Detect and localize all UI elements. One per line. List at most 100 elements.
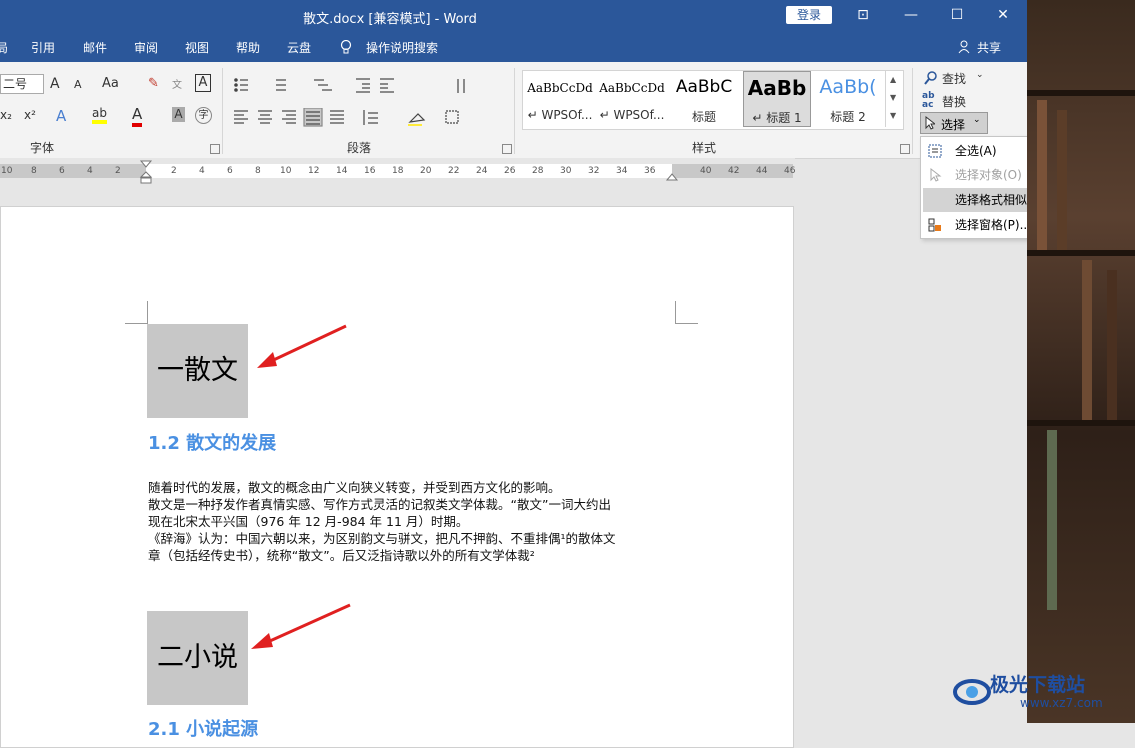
- horizontal-ruler[interactable]: 10 8 6 4 2 2 4 6 8 10 12 14 16 18 20 22 …: [0, 158, 795, 184]
- menu-item-review[interactable]: 审阅: [134, 39, 158, 56]
- style-sample: AaBb: [747, 76, 807, 100]
- ruler-tick: 32: [588, 166, 600, 176]
- maximize-button[interactable]: ☐: [934, 0, 980, 32]
- text-effect-button[interactable]: A: [56, 107, 66, 125]
- scroll-up-icon[interactable]: ▲: [890, 75, 896, 84]
- character-border-button[interactable]: A: [195, 74, 211, 92]
- shelf: [1027, 420, 1135, 426]
- ruler-tick: 44: [756, 166, 768, 176]
- style-sample: AaBbCcDd: [527, 81, 593, 95]
- style-sample: AaBbCcDd: [599, 81, 665, 95]
- heading-2-xiaoshuo-origin[interactable]: 2.1 小说起源: [148, 715, 258, 741]
- more-styles-icon[interactable]: ▼: [890, 111, 896, 120]
- menu-item-view[interactable]: 视图: [185, 39, 209, 56]
- style-sample: AaBb(: [819, 76, 877, 98]
- menu-item-help[interactable]: 帮助: [236, 39, 260, 56]
- style-heading-1[interactable]: AaBb ↵ 标题 1: [743, 71, 811, 127]
- document-page[interactable]: 一散文 1.2 散文的发展 随着时代的发展，散文的概念由广义向狭义转变，并受到西…: [0, 206, 794, 748]
- select-button[interactable]: 选择 ⌄: [920, 112, 988, 134]
- close-button[interactable]: ✕: [980, 0, 1026, 32]
- font-group-label: 字体: [30, 141, 55, 155]
- styles-scroll[interactable]: ▲ ▼ ▼: [885, 71, 902, 127]
- book: [1047, 430, 1057, 610]
- share-person-icon: [958, 40, 970, 54]
- ruler-tick: 4: [87, 166, 93, 176]
- ruler-tick: 46: [784, 166, 796, 176]
- login-button[interactable]: 登录: [786, 6, 832, 24]
- desktop-background: [1027, 0, 1135, 723]
- document-canvas[interactable]: 一散文 1.2 散文的发展 随着时代的发展，散文的概念由广义向狭义转变，并受到西…: [0, 184, 1027, 748]
- paragraph-dialog-launcher-icon[interactable]: [502, 144, 512, 154]
- enclose-character-button[interactable]: 字: [195, 107, 212, 124]
- styles-dialog-launcher-icon[interactable]: [900, 144, 910, 154]
- right-indent-icon[interactable]: [665, 170, 679, 182]
- book: [1082, 260, 1092, 420]
- superscript-button[interactable]: x²: [24, 108, 36, 122]
- menu-item-label: 全选(A): [955, 144, 997, 158]
- share-button[interactable]: 共享: [977, 39, 1001, 56]
- watermark-logo-icon: [953, 679, 991, 705]
- shelf: [1027, 250, 1135, 256]
- ruler-tick: 6: [59, 166, 65, 176]
- menu-item-label: 选择窗格(P)...: [955, 218, 1032, 232]
- font-size-select[interactable]: 二号: [0, 74, 44, 94]
- heading-1-sanwen[interactable]: 一散文: [147, 324, 248, 418]
- style-wps-office-1[interactable]: AaBbCcDd ↵ WPSOf...: [527, 71, 593, 127]
- menu-item-layout[interactable]: 局: [0, 39, 8, 56]
- ruler-tick: 30: [560, 166, 572, 176]
- ruler-tick: 22: [448, 166, 460, 176]
- paragraph-row2-icons[interactable]: [232, 108, 492, 128]
- menu-item-cloud[interactable]: 云盘: [287, 39, 311, 56]
- shrink-font-button[interactable]: A: [74, 78, 82, 91]
- select-label: 选择: [941, 118, 966, 132]
- title-bar: 散文.docx [兼容模式] - Word 登录 ⊡ — ☐ ✕: [0, 0, 1027, 32]
- ruler-tick: 24: [476, 166, 488, 176]
- subscript-button[interactable]: x₂: [0, 108, 12, 122]
- character-shading-button[interactable]: A: [172, 107, 185, 122]
- paragraph-line: 《辞海》认为：中国六朝以来，为区别韵文与骈文，把凡不押韵、不重排偶¹的散体文: [148, 531, 616, 546]
- indent-markers-icon[interactable]: [139, 160, 153, 184]
- group-divider: [514, 68, 515, 154]
- styles-group-label: 样式: [692, 141, 717, 155]
- body-paragraph[interactable]: 随着时代的发展，散文的概念由广义向狭义转变，并受到西方文化的影响。 散文是一种抒…: [148, 479, 688, 564]
- replace-icon: ab ac: [922, 91, 935, 110]
- phonetic-guide-button[interactable]: 文: [172, 76, 182, 91]
- change-case-button[interactable]: Aa: [102, 76, 119, 91]
- tell-me-search[interactable]: 操作说明搜索: [366, 39, 438, 56]
- ruler-tick: 16: [364, 166, 376, 176]
- window-title: 散文.docx [兼容模式] - Word: [303, 12, 477, 27]
- paragraph-row1-icons[interactable]: [232, 76, 492, 96]
- selection-pane-icon: [928, 218, 941, 232]
- heading-1-xiaoshuo[interactable]: 二小说: [147, 611, 248, 705]
- minimize-button[interactable]: —: [888, 0, 934, 32]
- style-wps-office-2[interactable]: AaBbCcDd ↵ WPSOf...: [599, 71, 665, 127]
- ribbon-display-icon[interactable]: ⊡: [840, 0, 886, 32]
- find-dropdown-icon[interactable]: ⌄: [976, 70, 984, 80]
- cursor-arrow-icon: [925, 116, 935, 130]
- margin-corner-marker: [675, 301, 698, 324]
- ruler-tick: 18: [392, 166, 404, 176]
- style-title[interactable]: AaBbC 标题: [671, 71, 737, 127]
- style-sample: AaBbC: [675, 77, 733, 97]
- paragraph-line: 随着时代的发展，散文的概念由广义向狭义转变，并受到西方文化的影响。: [148, 480, 561, 495]
- menu-item-mailings[interactable]: 邮件: [83, 39, 107, 56]
- replace-button[interactable]: 替换: [942, 93, 966, 110]
- style-heading-2[interactable]: AaBb( 标题 2: [815, 71, 881, 127]
- shelf: [1027, 90, 1135, 96]
- highlight-button[interactable]: ab: [92, 106, 107, 124]
- watermark-text: 极光下载站: [990, 674, 1086, 696]
- heading-2-sanwen-development[interactable]: 1.2 散文的发展: [148, 429, 276, 455]
- find-button[interactable]: 查找: [942, 70, 966, 87]
- clear-format-icon[interactable]: ✎: [148, 76, 159, 91]
- menu-item-references[interactable]: 引用: [31, 39, 55, 56]
- style-name: ↵ 标题 1: [752, 111, 802, 125]
- scroll-down-icon[interactable]: ▼: [890, 93, 896, 102]
- style-name: 标题: [691, 110, 716, 124]
- menu-bar: 局 引用 邮件 审阅 视图 帮助 云盘 操作说明搜索 共享: [0, 32, 1027, 62]
- ruler-tick: 6: [227, 166, 233, 176]
- font-color-button[interactable]: A: [132, 105, 143, 127]
- font-dialog-launcher-icon[interactable]: [210, 144, 220, 154]
- find-icon: [924, 71, 937, 85]
- grow-font-button[interactable]: A: [50, 76, 60, 92]
- red-arrow-annotation: [251, 603, 351, 649]
